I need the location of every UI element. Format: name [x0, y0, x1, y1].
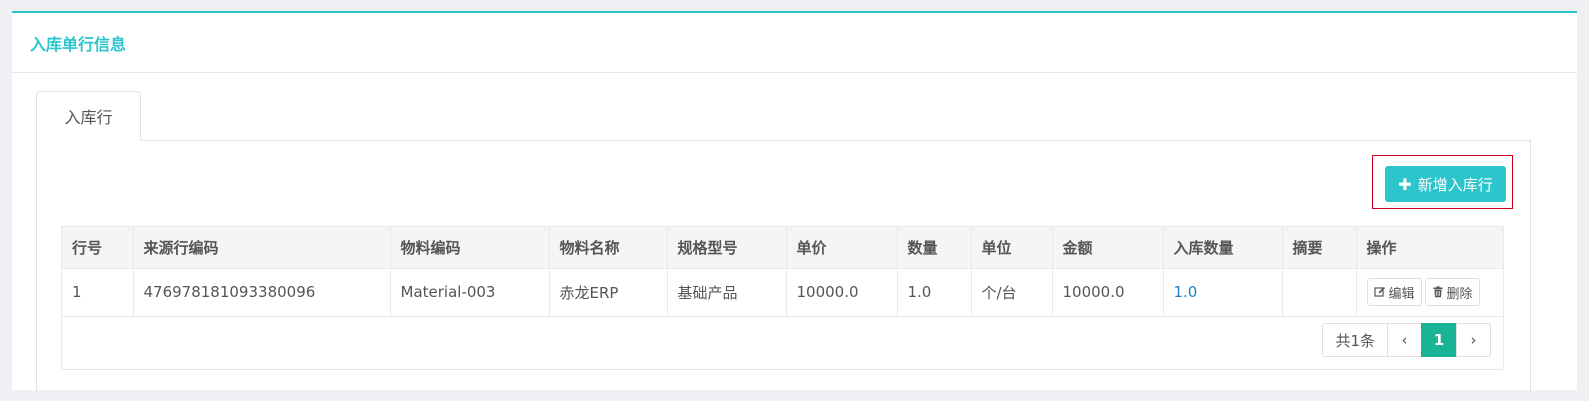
add-inbound-line-label: 新增入库行 — [1417, 175, 1493, 194]
table-row: 1 476978181093380096 Material-003 赤龙ERP … — [62, 268, 1503, 317]
edit-label: 编辑 — [1388, 286, 1415, 302]
col-header-material-code: 物料编码 — [390, 227, 550, 269]
panel-header: 入库单行信息 — [12, 13, 1577, 73]
col-header-in-quantity: 入库数量 — [1163, 227, 1283, 269]
cell-amount: 10000.0 — [1052, 268, 1164, 317]
col-header-actions: 操作 — [1356, 227, 1503, 269]
delete-label: 删除 — [1446, 286, 1473, 302]
delete-button[interactable]: 删除 — [1424, 278, 1480, 306]
col-header-material-name: 物料名称 — [549, 227, 668, 269]
edit-icon — [1373, 286, 1385, 297]
col-header-quantity: 数量 — [897, 227, 972, 269]
cell-in-quantity[interactable]: 1.0 — [1163, 268, 1283, 317]
cell-material-name: 赤龙ERP — [549, 268, 668, 317]
inbound-line-panel: 入库单行信息 入库行 ✚ 新增入库行 行号 来源行编码 物料编码 物料名称 规格… — [12, 11, 1577, 392]
cell-summary — [1282, 268, 1357, 317]
inbound-lines-table: 行号 来源行编码 物料编码 物料名称 规格型号 单价 数量 单位 金额 入库数量… — [62, 227, 1503, 317]
pagination-prev-chevron-icon[interactable]: ‹ — [1387, 323, 1422, 357]
inbound-lines-grid: 行号 来源行编码 物料编码 物料名称 规格型号 单价 数量 单位 金额 入库数量… — [61, 226, 1504, 370]
col-header-amount: 金额 — [1052, 227, 1164, 269]
table-header-row: 行号 来源行编码 物料编码 物料名称 规格型号 单价 数量 单位 金额 入库数量… — [62, 227, 1503, 269]
cell-unit: 个/台 — [971, 268, 1053, 317]
cell-material-code: Material-003 — [390, 268, 550, 317]
pagination-next-chevron-icon[interactable]: › — [1456, 323, 1491, 357]
add-inbound-line-button[interactable]: ✚ 新增入库行 — [1385, 166, 1506, 202]
cell-line-no: 1 — [62, 268, 134, 317]
pagination: 共1条 ‹ 1 › — [1322, 323, 1491, 357]
col-header-spec: 规格型号 — [667, 227, 787, 269]
edit-button[interactable]: 编辑 — [1366, 278, 1422, 306]
col-header-unit: 单位 — [971, 227, 1053, 269]
pagination-total: 共1条 — [1322, 323, 1388, 357]
col-header-line-no: 行号 — [62, 227, 134, 269]
cell-spec: 基础产品 — [667, 268, 787, 317]
cell-actions: 编辑 删除 — [1356, 268, 1503, 317]
add-button-highlight: ✚ 新增入库行 — [1372, 155, 1513, 209]
cell-unit-price: 10000.0 — [786, 268, 898, 317]
col-header-unit-price: 单价 — [786, 227, 898, 269]
col-header-summary: 摘要 — [1282, 227, 1357, 269]
pagination-page-current[interactable]: 1 — [1421, 323, 1457, 357]
plus-icon: ✚ — [1398, 174, 1412, 194]
trash-icon — [1433, 286, 1443, 298]
tab-inbound-lines[interactable]: 入库行 — [36, 91, 141, 141]
cell-source-code: 476978181093380096 — [133, 268, 391, 317]
col-header-source-code: 来源行编码 — [133, 227, 391, 269]
cell-quantity: 1.0 — [897, 268, 972, 317]
panel-title: 入库单行信息 — [30, 34, 127, 54]
